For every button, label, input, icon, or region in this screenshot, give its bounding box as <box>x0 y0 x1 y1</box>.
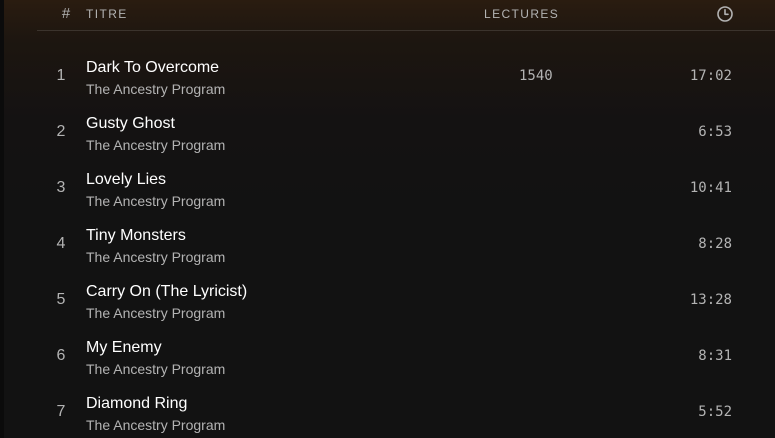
track-title[interactable]: My Enemy <box>86 339 162 357</box>
track-duration: 13:28 <box>689 292 732 308</box>
track-row[interactable]: 5 Carry On (The Lyricist) The Ancestry P… <box>37 276 775 332</box>
track-rows: 1 Dark To Overcome The Ancestry Program … <box>37 52 775 438</box>
track-row[interactable]: 3 Lovely Lies The Ancestry Program 10:41 <box>37 164 775 220</box>
track-row[interactable]: 6 My Enemy The Ancestry Program 8:31 <box>37 332 775 388</box>
track-artist[interactable]: The Ancestry Program <box>86 249 225 265</box>
header-title[interactable]: TITRE <box>86 7 128 21</box>
header-number: # <box>61 5 71 22</box>
track-artist[interactable]: The Ancestry Program <box>86 137 225 153</box>
track-artist[interactable]: The Ancestry Program <box>86 193 225 209</box>
track-plays: 1540 <box>519 68 553 84</box>
track-duration: 8:28 <box>698 236 732 252</box>
track-row[interactable]: 2 Gusty Ghost The Ancestry Program 6:53 <box>37 108 775 164</box>
track-title[interactable]: Dark To Overcome <box>86 59 219 77</box>
track-duration: 10:41 <box>689 180 732 196</box>
header-plays[interactable]: LECTURES <box>484 7 559 21</box>
track-duration: 17:02 <box>689 68 732 84</box>
track-artist[interactable]: The Ancestry Program <box>86 417 225 433</box>
track-artist[interactable]: The Ancestry Program <box>86 81 225 97</box>
track-title[interactable]: Tiny Monsters <box>86 227 186 245</box>
track-number: 5 <box>56 291 66 308</box>
track-row[interactable]: 1 Dark To Overcome The Ancestry Program … <box>37 52 775 108</box>
track-number: 1 <box>56 67 66 84</box>
sidebar-edge <box>0 0 4 438</box>
track-title[interactable]: Gusty Ghost <box>86 115 175 133</box>
track-number: 6 <box>56 347 66 364</box>
track-row[interactable]: 4 Tiny Monsters The Ancestry Program 8:2… <box>37 220 775 276</box>
clock-icon[interactable] <box>716 5 734 23</box>
track-duration: 6:53 <box>698 124 732 140</box>
track-number: 3 <box>56 179 66 196</box>
track-duration: 5:52 <box>698 404 732 420</box>
track-artist[interactable]: The Ancestry Program <box>86 361 225 377</box>
track-number: 4 <box>56 235 66 252</box>
track-title[interactable]: Lovely Lies <box>86 171 166 189</box>
track-artist[interactable]: The Ancestry Program <box>86 305 225 321</box>
tracklist-header: # TITRE LECTURES <box>37 0 775 31</box>
track-duration: 8:31 <box>698 348 732 364</box>
track-number: 2 <box>56 123 66 140</box>
tracklist: # TITRE LECTURES 1 Dark To Overcome The … <box>37 0 775 438</box>
track-title[interactable]: Diamond Ring <box>86 395 187 413</box>
track-row[interactable]: 7 Diamond Ring The Ancestry Program 5:52 <box>37 388 775 438</box>
track-number: 7 <box>56 403 66 420</box>
track-title[interactable]: Carry On (The Lyricist) <box>86 283 247 301</box>
